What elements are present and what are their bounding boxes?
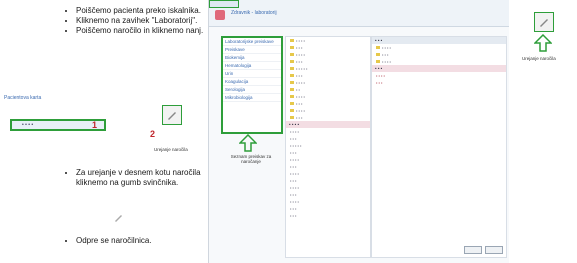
tree-list: • • • • • • • • • • • • • • • • • • • • • • •…: [290, 129, 302, 218]
bullet: Poiščemo naročilo in kliknemo nanj.: [76, 26, 206, 36]
patient-view-snippet: Pacientova karta • • • • 1 2 Urejanje na…: [4, 95, 194, 155]
nav-item[interactable]: Serologija: [223, 86, 281, 94]
pencil-icon: [115, 215, 122, 222]
step-marker-2: 2: [150, 129, 156, 139]
window-tab[interactable]: [209, 0, 239, 8]
window-title: Zdravnik - laboratorij: [231, 10, 277, 16]
instructions-top: Poiščemo pacienta preko iskalnika. Klikn…: [66, 6, 206, 36]
pencil-caption: Urejanje naročila: [522, 56, 556, 61]
nav-item[interactable]: Hematologija: [223, 62, 281, 70]
exam-list-panel[interactable]: Laboratorijske preiskave Preiskave Bioke…: [221, 36, 283, 134]
pencil-caption: Urejanje naročila: [154, 147, 188, 152]
detail-list: • • • • • • • • • • •: [372, 44, 506, 65]
pencil-button[interactable]: [162, 105, 182, 125]
nav-item[interactable]: Preiskave: [223, 46, 281, 54]
nav-item[interactable]: Urin: [223, 70, 281, 78]
detail-item: • • • •: [376, 73, 385, 78]
step-marker-1: 1: [92, 120, 98, 130]
section-header: • • • •: [286, 121, 370, 128]
bullet: Odpre se naročilnica.: [76, 236, 152, 245]
pencil-icon: [540, 19, 548, 27]
lab-order-window: Zdravnik - laboratorij Laboratorijske pr…: [208, 0, 509, 263]
order-detail-panel[interactable]: • • • • • • • • • • • • • • • • • • • • • …: [371, 36, 507, 258]
bullet: Za urejanje v desnem kotu naročila klikn…: [76, 168, 206, 188]
nav-item[interactable]: Mikrobiologija: [223, 94, 281, 102]
pencil-icon: [168, 112, 176, 120]
window-header: Zdravnik - laboratorij: [209, 0, 509, 27]
bullet: Poiščemo pacienta preko iskalnika.: [76, 6, 206, 16]
bullet: Kliknemo na zavihek "Laboratorij".: [76, 16, 206, 26]
nav-item[interactable]: Laboratorijske preiskave: [223, 38, 281, 46]
nav-item[interactable]: Biokemija: [223, 54, 281, 62]
mini-title: Pacientova karta: [4, 95, 42, 101]
detail-item: • • •: [376, 80, 383, 85]
nav-caption: Seznam preiskav za naročanje: [230, 154, 272, 164]
detail-section-header: • • •: [372, 65, 506, 72]
pencil-button[interactable]: [534, 12, 554, 32]
ok-button[interactable]: [464, 246, 482, 254]
detail-header: • • •: [372, 37, 506, 44]
arrow-up-icon: [239, 134, 257, 152]
tree-list: • • • • • • • • • • • • • • • • • • • • • • …: [286, 37, 370, 121]
cancel-button[interactable]: [485, 246, 503, 254]
nav-item[interactable]: Koagulacija: [223, 78, 281, 86]
instructions-bottom: Odpre se naročilnica.: [66, 236, 152, 245]
app-logo: [215, 10, 225, 20]
instructions-mid: Za urejanje v desnem kotu naročila klikn…: [66, 168, 206, 188]
arrow-up-icon: [534, 34, 552, 52]
tree-panel[interactable]: • • • • • • • • • • • • • • • • • • • • • • …: [285, 36, 371, 258]
dialog-buttons: [461, 241, 503, 259]
